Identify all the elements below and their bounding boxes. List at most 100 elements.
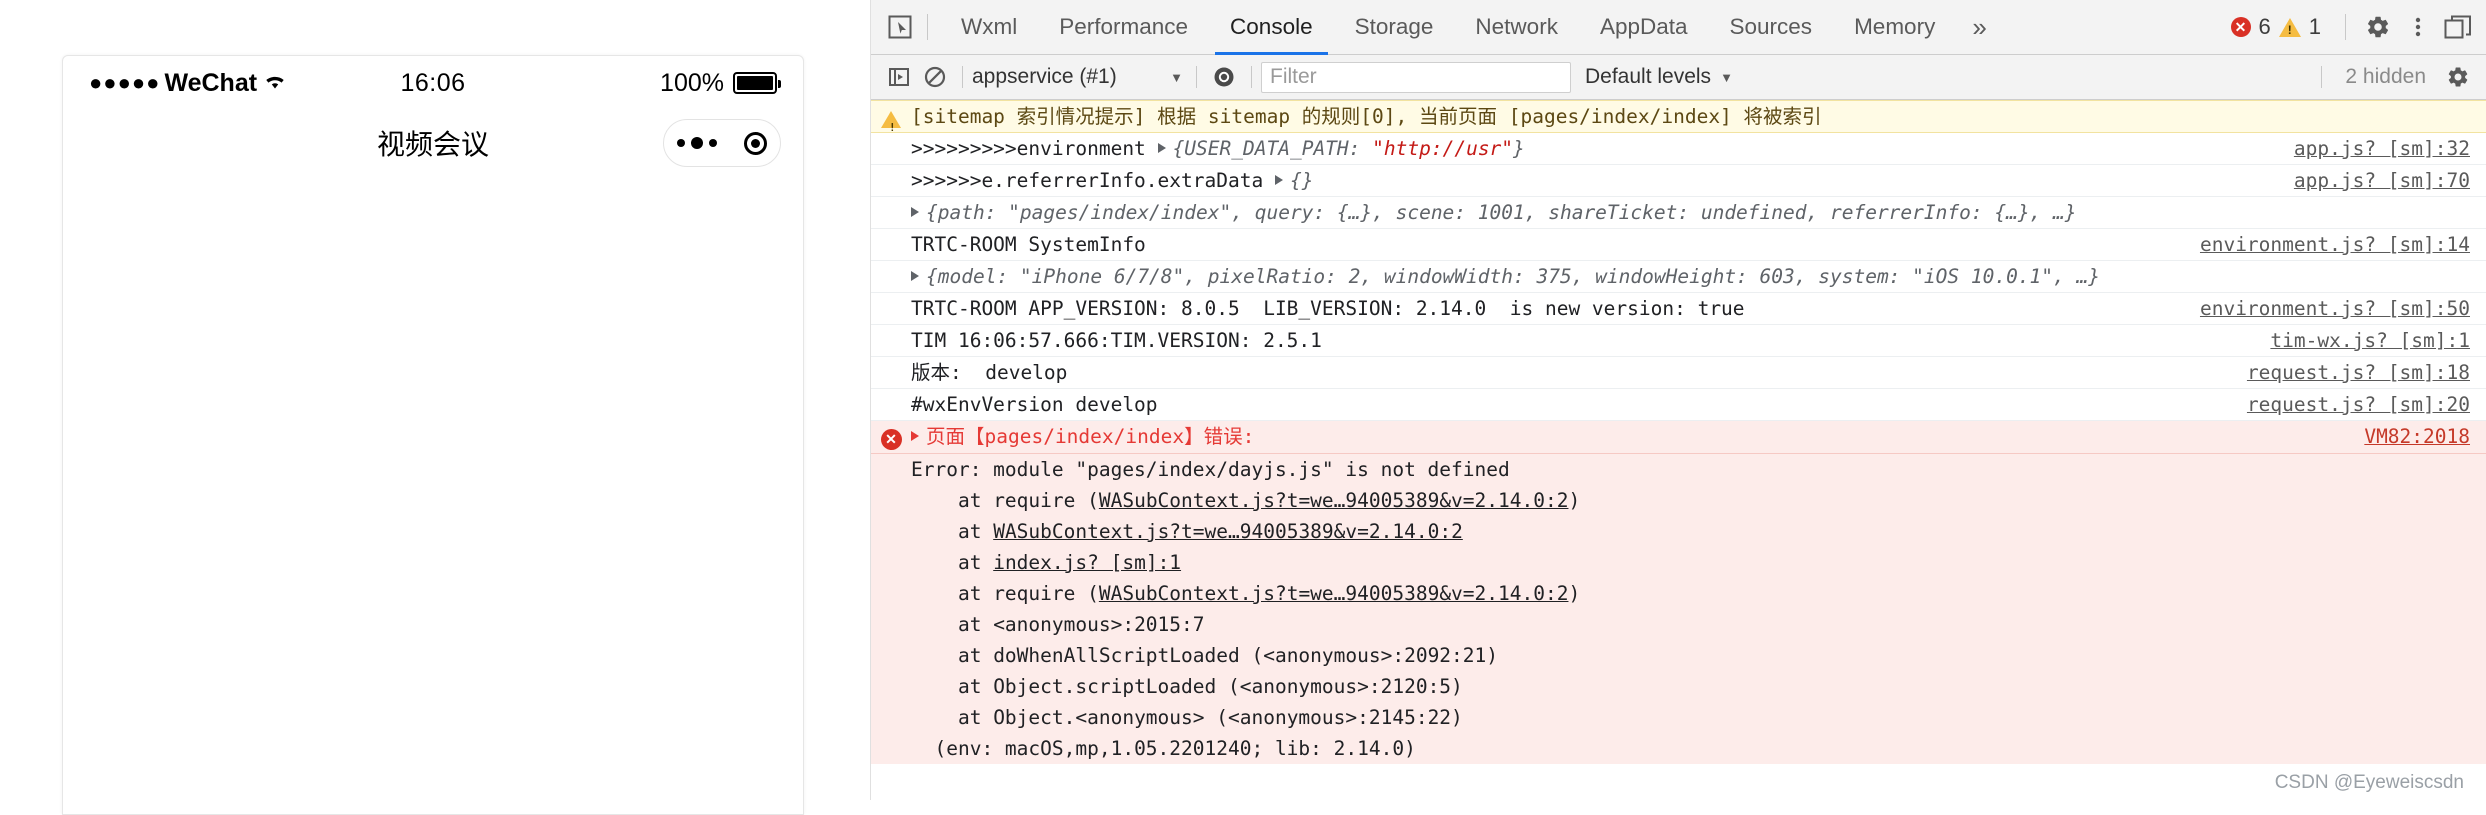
console-row-extradata[interactable]: >>>>>>e.referrerInfo.extraData {} app.js… (871, 165, 2486, 197)
overflow-menu-icon[interactable] (2398, 7, 2438, 47)
row-gutter (871, 736, 911, 739)
more-tabs-button[interactable]: » (1956, 0, 2002, 54)
error-stack-line: at require (WASubContext.js?t=we…9400538… (911, 581, 2486, 606)
console-row-app-version[interactable]: TRTC-ROOM APP_VERSION: 8.0.5 LIB_VERSION… (871, 293, 2486, 325)
settings-gear-icon[interactable] (2358, 7, 2398, 47)
console-message-text: TIM 16:06:57.666:TIM.VERSION: 2.5.1 (911, 328, 2486, 353)
error-stack-line: at WASubContext.js?t=we…94005389&v=2.14.… (911, 519, 2486, 544)
watermark: CSDN @Eyeweiscsdn (2275, 772, 2464, 794)
source-link[interactable]: environment.js? [sm]:50 (2200, 296, 2470, 321)
row-gutter (871, 550, 911, 553)
warning-count-label: 1 (2309, 14, 2321, 40)
issue-counters[interactable]: ✕ 6 1 (2231, 14, 2334, 40)
stack-source-link[interactable]: index.js? [sm]:1 (993, 551, 1181, 574)
dock-panel-icon[interactable] (2438, 7, 2478, 47)
error-stack-line: at Object.<anonymous> (<anonymous>:2145:… (911, 705, 2486, 730)
stack-source-link[interactable]: WASubContext.js?t=we…94005389&v=2.14.0:2 (1099, 582, 1569, 605)
tab-appdata[interactable]: AppData (1579, 0, 1709, 54)
filter-input[interactable] (1261, 62, 1571, 93)
log-levels-selector[interactable]: Default levels ▼ (1585, 65, 1733, 89)
more-dots-icon[interactable] (677, 137, 717, 149)
console-row-error-line: at doWhenAllScriptLoaded (<anonymous>:20… (871, 640, 2486, 671)
row-gutter (871, 674, 911, 677)
error-icon: ✕ (881, 429, 902, 450)
row-gutter (871, 200, 911, 203)
execution-context-selector[interactable]: appservice (#1) ▼ (972, 65, 1187, 89)
expand-triangle-icon[interactable] (1275, 175, 1283, 185)
row-gutter (871, 168, 911, 171)
console-row-systeminfo[interactable]: TRTC-ROOM SystemInfo environment.js? [sm… (871, 229, 2486, 261)
console-message-text: {model: "iPhone 6/7/8", pixelRatio: 2, w… (911, 264, 2486, 289)
tab-memory[interactable]: Memory (1833, 0, 1956, 54)
console-row-error-line: at Object.<anonymous> (<anonymous>:2145:… (871, 702, 2486, 733)
execution-context-sidebar-icon[interactable] (881, 59, 917, 95)
inspect-element-icon[interactable] (885, 12, 915, 42)
source-link[interactable]: request.js? [sm]:20 (2247, 392, 2470, 417)
console-row-tim-version[interactable]: TIM 16:06:57.666:TIM.VERSION: 2.5.1 tim-… (871, 325, 2486, 357)
row-gutter (871, 104, 911, 128)
tab-sources[interactable]: Sources (1709, 0, 1834, 54)
error-stack-line: at index.js? [sm]:1 (911, 550, 2486, 575)
error-header-text: 页面【pages/index/index】错误: (926, 425, 1254, 448)
source-link[interactable]: app.js? [sm]:32 (2294, 136, 2470, 161)
console-message-text: >>>>>>>>>environment {USER_DATA_PATH: "h… (911, 136, 2486, 161)
source-link[interactable]: request.js? [sm]:18 (2247, 360, 2470, 385)
row-gutter (871, 705, 911, 708)
warning-icon (881, 111, 901, 128)
console-filter-bar: appservice (#1) ▼ Default levels ▼ 2 hid… (871, 55, 2486, 100)
console-row-systeminfo-object[interactable]: {model: "iPhone 6/7/8", pixelRatio: 2, w… (871, 261, 2486, 293)
live-expression-eye-icon[interactable] (1206, 59, 1242, 95)
clear-console-icon[interactable] (917, 59, 953, 95)
source-link[interactable]: environment.js? [sm]:14 (2200, 232, 2470, 257)
object-preview[interactable]: {path: "pages/index/index", query: {…}, … (926, 201, 2077, 224)
tab-performance[interactable]: Performance (1038, 0, 1209, 54)
console-row-version[interactable]: 版本: develop request.js? [sm]:18 (871, 357, 2486, 389)
error-stack-line: Error: module "pages/index/dayjs.js" is … (911, 457, 2486, 482)
close-target-icon[interactable] (744, 132, 767, 155)
expand-triangle-icon[interactable] (911, 431, 919, 441)
error-stack-line: at <anonymous>:2015:7 (911, 612, 2486, 637)
error-stack-line: at Object.scriptLoaded (<anonymous>:2120… (911, 674, 2486, 699)
console-row-error-line: (env: macOS,mp,1.05.2201240; lib: 2.14.0… (871, 733, 2486, 764)
stack-source-link[interactable]: WASubContext.js?t=we…94005389&v=2.14.0:2 (1099, 489, 1569, 512)
chevron-down-icon: ▼ (1170, 70, 1183, 85)
object-preview[interactable]: {} (1290, 169, 1313, 192)
hidden-messages-label: 2 hidden (2331, 65, 2440, 89)
console-message-text: {path: "pages/index/index", query: {…}, … (911, 200, 2486, 225)
console-message-text: [sitemap 索引情况提示] 根据 sitemap 的规则[0], 当前页面… (911, 104, 2486, 129)
row-gutter (871, 392, 911, 395)
row-gutter (871, 296, 911, 299)
console-message-text: 页面【pages/index/index】错误: (911, 424, 2486, 449)
console-row-path-object[interactable]: {path: "pages/index/index", query: {…}, … (871, 197, 2486, 229)
battery-icon (733, 72, 777, 94)
phone-nav-bar: 视频会议 (63, 110, 803, 176)
console-row-error-header[interactable]: ✕ 页面【pages/index/index】错误: VM82:2018 (871, 421, 2486, 454)
tab-wxml[interactable]: Wxml (940, 0, 1038, 54)
simulator-pane: ●●●●● WeChat 16:06 100% 视频会议 (0, 0, 870, 800)
error-count-label: 6 (2259, 14, 2271, 40)
expand-triangle-icon[interactable] (1158, 143, 1166, 153)
console-row-env-version[interactable]: #wxEnvVersion develop request.js? [sm]:2… (871, 389, 2486, 421)
console-row-warning[interactable]: [sitemap 索引情况提示] 根据 sitemap 的规则[0], 当前页面… (871, 100, 2486, 133)
source-link[interactable]: VM82:2018 (2364, 424, 2470, 449)
source-link[interactable]: app.js? [sm]:70 (2294, 168, 2470, 193)
wechat-capsule-button[interactable] (663, 119, 781, 167)
expand-triangle-icon[interactable] (911, 207, 919, 217)
row-gutter (871, 328, 911, 331)
source-link[interactable]: tim-wx.js? [sm]:1 (2270, 328, 2470, 353)
object-preview[interactable]: {USER_DATA_PATH: "http://usr"} (1173, 137, 1525, 160)
error-stack-line: at doWhenAllScriptLoaded (<anonymous>:20… (911, 643, 2486, 668)
tab-storage[interactable]: Storage (1334, 0, 1455, 54)
console-settings-gear-icon[interactable] (2440, 59, 2476, 95)
filterbar-divider-3 (1251, 66, 1252, 88)
tab-console[interactable]: Console (1209, 0, 1334, 54)
console-row-error-line: at require (WASubContext.js?t=we…9400538… (871, 485, 2486, 516)
console-row-environment[interactable]: >>>>>>>>>environment {USER_DATA_PATH: "h… (871, 133, 2486, 165)
stack-source-link[interactable]: WASubContext.js?t=we…94005389&v=2.14.0:2 (993, 520, 1463, 543)
console-output[interactable]: [sitemap 索引情况提示] 根据 sitemap 的规则[0], 当前页面… (871, 100, 2486, 800)
tab-network[interactable]: Network (1454, 0, 1579, 54)
chevron-down-icon: ▼ (1720, 70, 1733, 85)
console-row-error-line: Error: module "pages/index/dayjs.js" is … (871, 454, 2486, 485)
expand-triangle-icon[interactable] (911, 271, 919, 281)
object-preview[interactable]: {model: "iPhone 6/7/8", pixelRatio: 2, w… (926, 265, 2100, 288)
